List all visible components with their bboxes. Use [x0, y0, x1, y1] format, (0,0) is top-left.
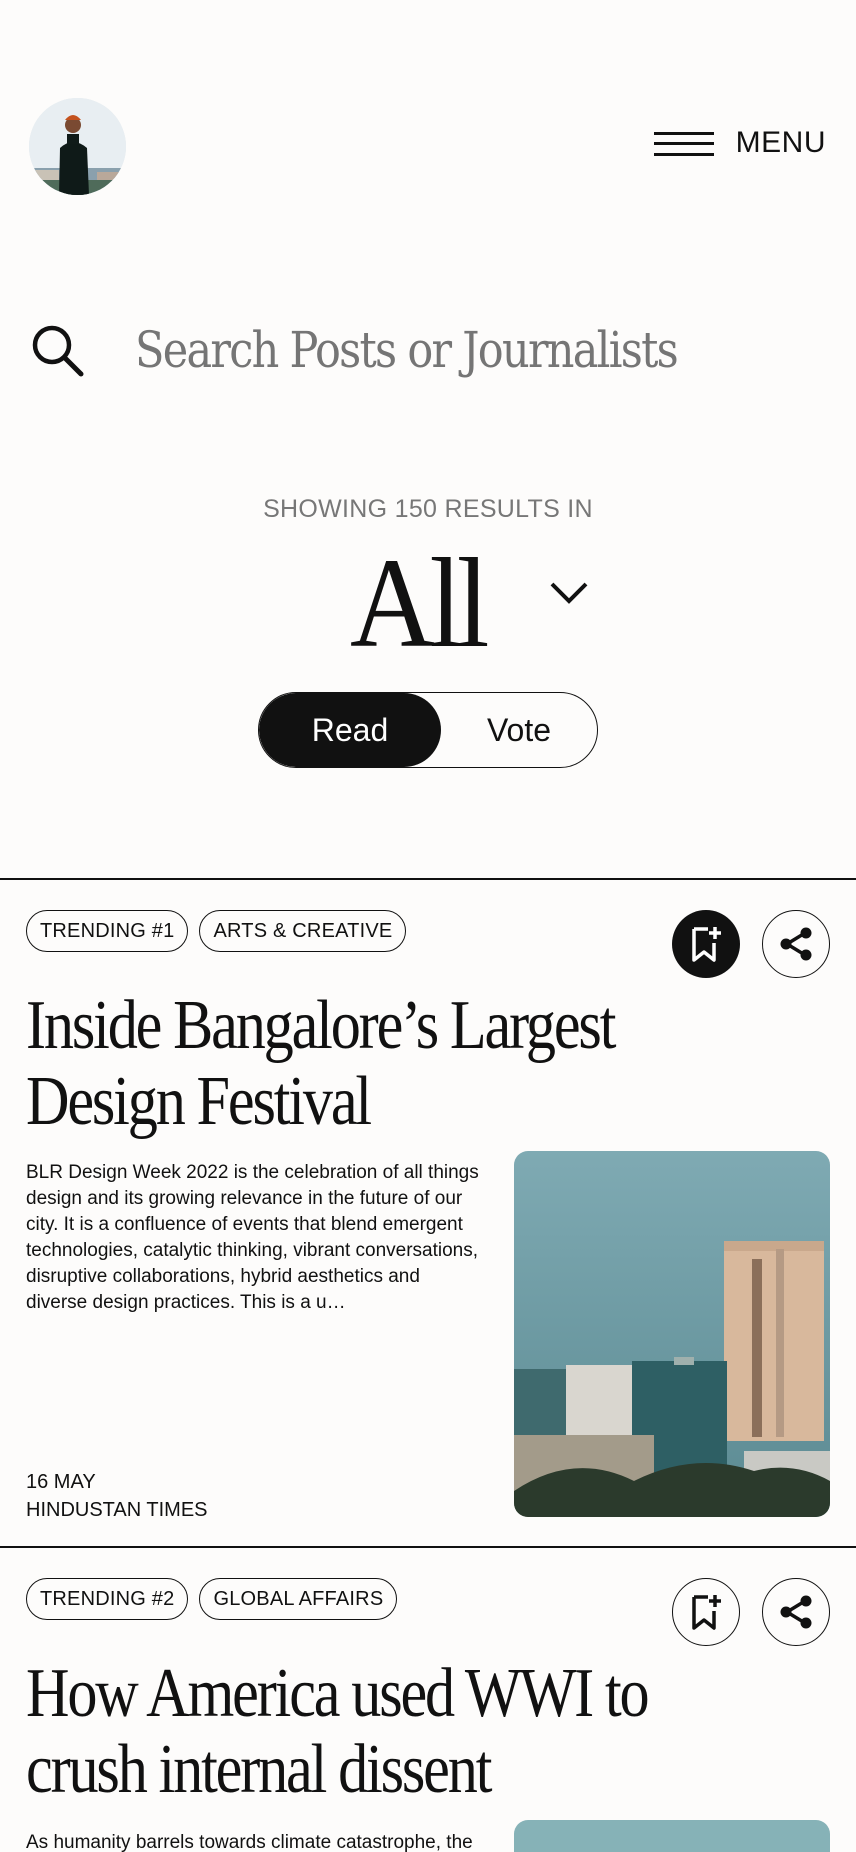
- post-date: 16 MAY: [26, 1471, 96, 1493]
- results-summary: SHOWING 150 RESULTS IN: [0, 495, 856, 524]
- category-value[interactable]: All: [350, 530, 489, 677]
- menu-button[interactable]: MENU: [653, 126, 826, 160]
- avatar[interactable]: [29, 98, 126, 195]
- search-bar: [29, 300, 829, 400]
- post-thumbnail[interactable]: [514, 1151, 830, 1517]
- post-source: HINDUSTAN TIMES: [26, 1499, 208, 1521]
- post-thumbnail[interactable]: [514, 1820, 830, 1852]
- toggle-vote[interactable]: Vote: [441, 693, 597, 767]
- header: MENU: [0, 0, 856, 200]
- menu-label: MENU: [735, 126, 826, 159]
- tag-category[interactable]: GLOBAL AFFAIRS: [199, 1578, 398, 1620]
- post-card[interactable]: TRENDING #1 ARTS & CREATIVE Inside Banga…: [0, 880, 856, 1548]
- read-vote-toggle: Read Vote: [258, 692, 598, 768]
- post-title[interactable]: Inside Bangalore’s Largest Design Festiv…: [26, 988, 714, 1140]
- tag-list: TRENDING #1 ARTS & CREATIVE: [26, 910, 407, 952]
- tag-category[interactable]: ARTS & CREATIVE: [199, 910, 407, 952]
- post-excerpt: BLR Design Week 2022 is the celebration …: [26, 1162, 479, 1313]
- chevron-down-icon[interactable]: [548, 572, 590, 614]
- search-input[interactable]: [135, 321, 729, 379]
- results-count-label: SHOWING 150 RESULTS IN: [263, 495, 593, 523]
- bookmark-button[interactable]: [672, 910, 740, 978]
- tag-trending[interactable]: TRENDING #1: [26, 910, 189, 952]
- post-card[interactable]: TRENDING #2 GLOBAL AFFAIRS How America u…: [0, 1548, 856, 1852]
- post-excerpt: As humanity barrels towards climate cata…: [26, 1832, 473, 1852]
- search-icon[interactable]: [29, 322, 85, 378]
- tag-trending[interactable]: TRENDING #2: [26, 1578, 189, 1620]
- share-button[interactable]: [762, 1578, 830, 1646]
- post-title[interactable]: How America used WWI to crush internal d…: [26, 1656, 714, 1808]
- toggle-read[interactable]: Read: [259, 693, 441, 767]
- tag-list: TRENDING #2 GLOBAL AFFAIRS: [26, 1578, 398, 1620]
- hamburger-icon: [653, 128, 714, 158]
- bookmark-add-icon: [692, 927, 721, 962]
- share-button[interactable]: [762, 910, 830, 978]
- share-icon: [780, 927, 812, 961]
- share-icon: [780, 1595, 812, 1629]
- category-selector[interactable]: All: [0, 532, 856, 674]
- bookmark-add-icon: [692, 1595, 721, 1630]
- bookmark-button[interactable]: [672, 1578, 740, 1646]
